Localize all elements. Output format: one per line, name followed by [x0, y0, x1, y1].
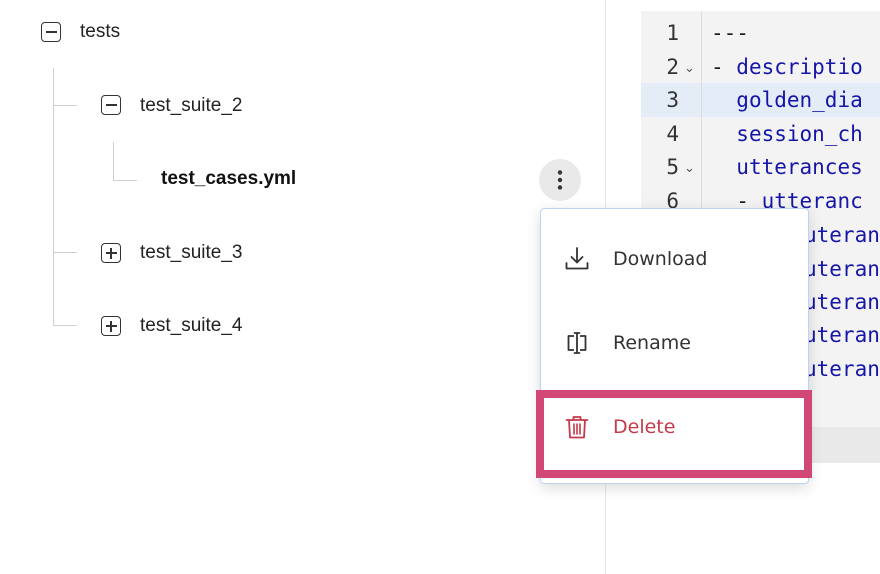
file-context-menu: Download Rename Delete	[540, 208, 809, 484]
download-icon	[565, 247, 589, 270]
tree-guide-line	[53, 105, 77, 106]
tree-node-test-suite-3[interactable]: test_suite_3	[140, 241, 242, 265]
tree-node-tests[interactable]: tests	[80, 20, 120, 44]
tree-file-test-cases-yml[interactable]: test_cases.yml	[161, 167, 296, 191]
line-number: 1	[666, 21, 679, 45]
tree-guide-line	[53, 68, 54, 326]
editor-line: 2 ⌄ - descriptio	[641, 50, 880, 84]
collapse-toggle-tests[interactable]	[41, 22, 61, 42]
editor-line: 5 ⌄ utterances	[641, 150, 880, 184]
fold-chevron-icon[interactable]: ⌄	[684, 52, 695, 86]
code-text: session_ch	[736, 122, 863, 146]
code-text: uteranc	[804, 357, 880, 381]
menu-item-label: Rename	[613, 332, 691, 354]
code-text: utterances	[736, 155, 863, 179]
expand-toggle-test-suite-4[interactable]	[101, 316, 121, 336]
menu-item-delete[interactable]: Delete	[541, 387, 807, 471]
menu-item-download[interactable]: Download	[541, 219, 807, 303]
editor-line: 1 ---	[641, 16, 880, 50]
trash-icon	[565, 416, 589, 439]
more-actions-button[interactable]	[539, 159, 581, 201]
collapse-toggle-test-suite-2[interactable]	[101, 95, 121, 115]
menu-item-label: Delete	[613, 416, 676, 438]
line-number: 4	[666, 122, 679, 146]
line-number: 5	[666, 155, 679, 179]
vertical-ellipsis-icon	[557, 170, 563, 190]
line-number: 2	[666, 55, 679, 79]
code-text: - descriptio	[711, 55, 863, 79]
expand-toggle-test-suite-3[interactable]	[101, 243, 121, 263]
tree-guide-line	[53, 325, 77, 326]
code-text: uteranc	[804, 223, 880, 247]
editor-line: 4 session_ch	[641, 117, 880, 151]
tree-node-test-suite-2[interactable]: test_suite_2	[140, 94, 242, 118]
file-tree: tests test_suite_2 test_cases.yml test_s…	[0, 0, 605, 574]
code-text: ---	[711, 21, 749, 45]
editor-line: 3 golden_dia	[641, 83, 880, 117]
code-text: uteranc	[804, 290, 880, 314]
tree-guide-line	[53, 252, 77, 253]
tree-node-test-suite-4[interactable]: test_suite_4	[140, 314, 242, 338]
tree-guide-line	[113, 142, 114, 180]
menu-item-rename[interactable]: Rename	[541, 303, 807, 387]
line-number: 3	[666, 88, 679, 112]
code-text: golden_dia	[736, 88, 863, 112]
menu-item-label: Download	[613, 248, 708, 270]
rename-icon	[567, 332, 587, 354]
tree-guide-line	[113, 180, 137, 181]
fold-chevron-icon[interactable]: ⌄	[684, 152, 695, 186]
code-text: uteranc	[804, 257, 880, 281]
code-text: uteranc	[804, 323, 880, 347]
